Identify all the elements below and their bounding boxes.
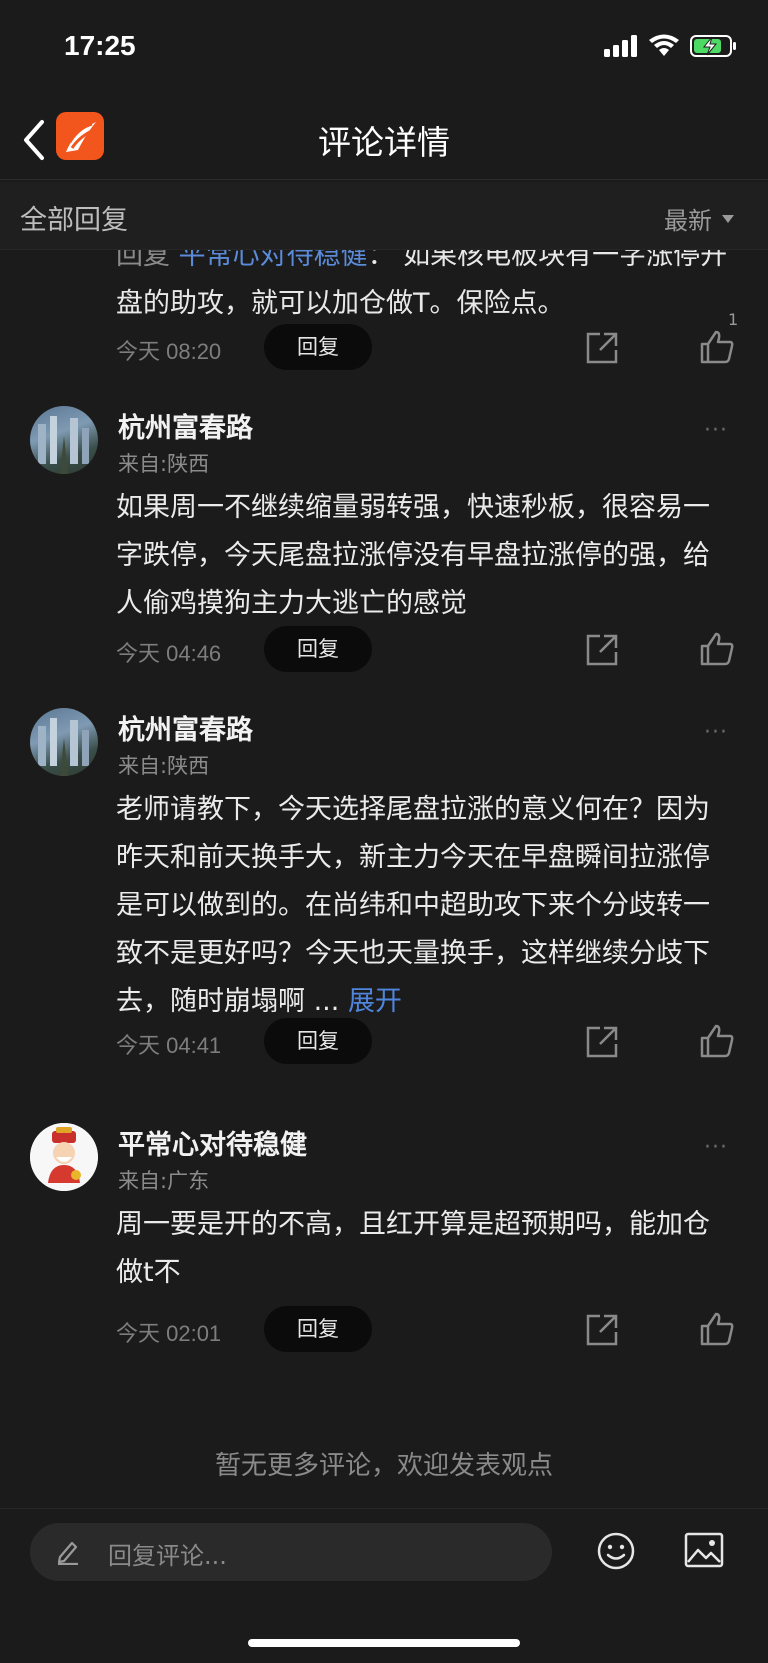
page-title: 评论详情	[318, 123, 450, 162]
wifi-icon	[649, 34, 679, 56]
filter-bar: 全部回复 最新	[0, 182, 768, 250]
reply-button[interactable]: 回复	[264, 626, 372, 672]
reply-input[interactable]: 回复评论...	[30, 1523, 552, 1581]
thumbs-up-icon[interactable]	[698, 630, 736, 668]
comment-time: 今天 08:20	[116, 339, 222, 364]
pencil-icon	[57, 1541, 78, 1565]
city-skyline-avatar	[38, 416, 89, 474]
thumbs-up-icon[interactable]	[698, 328, 736, 366]
user-location: 来自:广东	[118, 1169, 210, 1193]
reply-button[interactable]: 回复	[264, 1018, 372, 1064]
partial-reply-text: 回复 平常心对待稳健： 如果核电板块有一字涨停开盘的助攻，就可以加仓做T。保险点…	[116, 250, 746, 328]
comment-time: 今天 04:41	[116, 1033, 222, 1058]
share-icon[interactable]	[584, 330, 620, 366]
comment-text: 周一要是开的不高，且红开算是超预期吗，能加仓做t不	[116, 1209, 710, 1288]
cellular-signal-icon	[604, 35, 637, 57]
more-options-icon[interactable]: ···	[704, 720, 728, 745]
share-icon[interactable]	[584, 632, 620, 668]
image-icon[interactable]	[684, 1531, 724, 1569]
more-options-icon[interactable]: ···	[704, 1135, 728, 1160]
comment-text: 老师请教下，今天选择尾盘拉涨的意义何在？因为昨天和前天换手大，新主力今天在早盘瞬…	[116, 786, 736, 1026]
avatar[interactable]	[30, 406, 98, 474]
user-location: 来自:陕西	[118, 754, 210, 778]
share-icon[interactable]	[584, 1024, 620, 1060]
comment-text: 如果周一不继续缩量弱转强，快速秒板，很容易一字跌停，今天尾盘拉涨停没有早盘拉涨停…	[116, 492, 710, 619]
thumbs-up-icon[interactable]	[698, 1310, 736, 1348]
all-replies-label: 全部回复	[20, 205, 128, 236]
reply-input-placeholder: 回复评论...	[108, 1542, 227, 1570]
user-name[interactable]: 平常心对待稳健	[118, 1123, 307, 1162]
reply-button[interactable]: 回复	[264, 1306, 372, 1352]
home-indicator	[248, 1639, 520, 1647]
fortune-god-avatar	[30, 1123, 98, 1191]
user-name[interactable]: 杭州富春路	[118, 708, 253, 747]
status-icons	[604, 34, 738, 58]
user-name[interactable]: 杭州富春路	[118, 406, 253, 445]
sort-dropdown[interactable]: 最新	[664, 201, 734, 236]
comment-list[interactable]: 回复 平常心对待稳健： 如果核电板块有一字涨停开盘的助攻，就可以加仓做T。保险点…	[0, 250, 768, 1506]
comment-item: 杭州富春路 来自:陕西 ··· 老师请教下，今天选择尾盘拉涨的意义何在？因为昨天…	[0, 708, 768, 1078]
comment-meta: 今天 02:01 回复	[116, 1306, 736, 1352]
no-more-comments: 暂无更多评论，欢迎发表观点	[214, 1451, 553, 1481]
thumbs-up-icon[interactable]	[698, 1022, 736, 1060]
reply-input-bar: 回复评论...	[0, 1508, 768, 1663]
avatar[interactable]	[30, 1123, 98, 1191]
comment-meta: 今天 04:41 回复	[116, 1018, 736, 1064]
comment-meta: 今天 04:46 回复	[116, 626, 736, 672]
reply-prefix: 回复	[116, 250, 170, 271]
mention-link[interactable]: 平常心对待稳健	[179, 250, 368, 271]
more-options-icon[interactable]: ···	[704, 418, 728, 443]
avatar[interactable]	[30, 708, 98, 776]
battery-charging-icon	[690, 35, 736, 57]
status-bar: 17:25	[0, 0, 768, 96]
city-skyline-avatar	[38, 718, 89, 776]
reply-button[interactable]: 回复	[264, 324, 372, 370]
caret-down-icon	[722, 214, 734, 223]
sort-label: 最新	[664, 207, 712, 235]
like-count: 1	[728, 310, 739, 329]
comment-time: 今天 02:01	[116, 1321, 222, 1346]
expand-link[interactable]: 展开	[348, 986, 402, 1017]
partial-reply-meta: 今天 08:20 回复 1	[116, 310, 738, 370]
comment-item: 杭州富春路 来自:陕西 ··· 如果周一不继续缩量弱转强，快速秒板，很容易一字跌…	[0, 406, 768, 676]
comment-time: 今天 04:46	[116, 641, 222, 666]
comment-body: 老师请教下，今天选择尾盘拉涨的意义何在？因为昨天和前天换手大，新主力今天在早盘瞬…	[116, 794, 710, 1017]
user-location: 来自:陕西	[118, 452, 210, 476]
share-icon[interactable]	[584, 1312, 620, 1348]
comment-item: 平常心对待稳健 来自:广东 ··· 周一要是开的不高，且红开算是超预期吗，能加仓…	[0, 1123, 768, 1353]
emoji-icon[interactable]	[596, 1531, 636, 1571]
status-time: 17:25	[64, 30, 136, 61]
